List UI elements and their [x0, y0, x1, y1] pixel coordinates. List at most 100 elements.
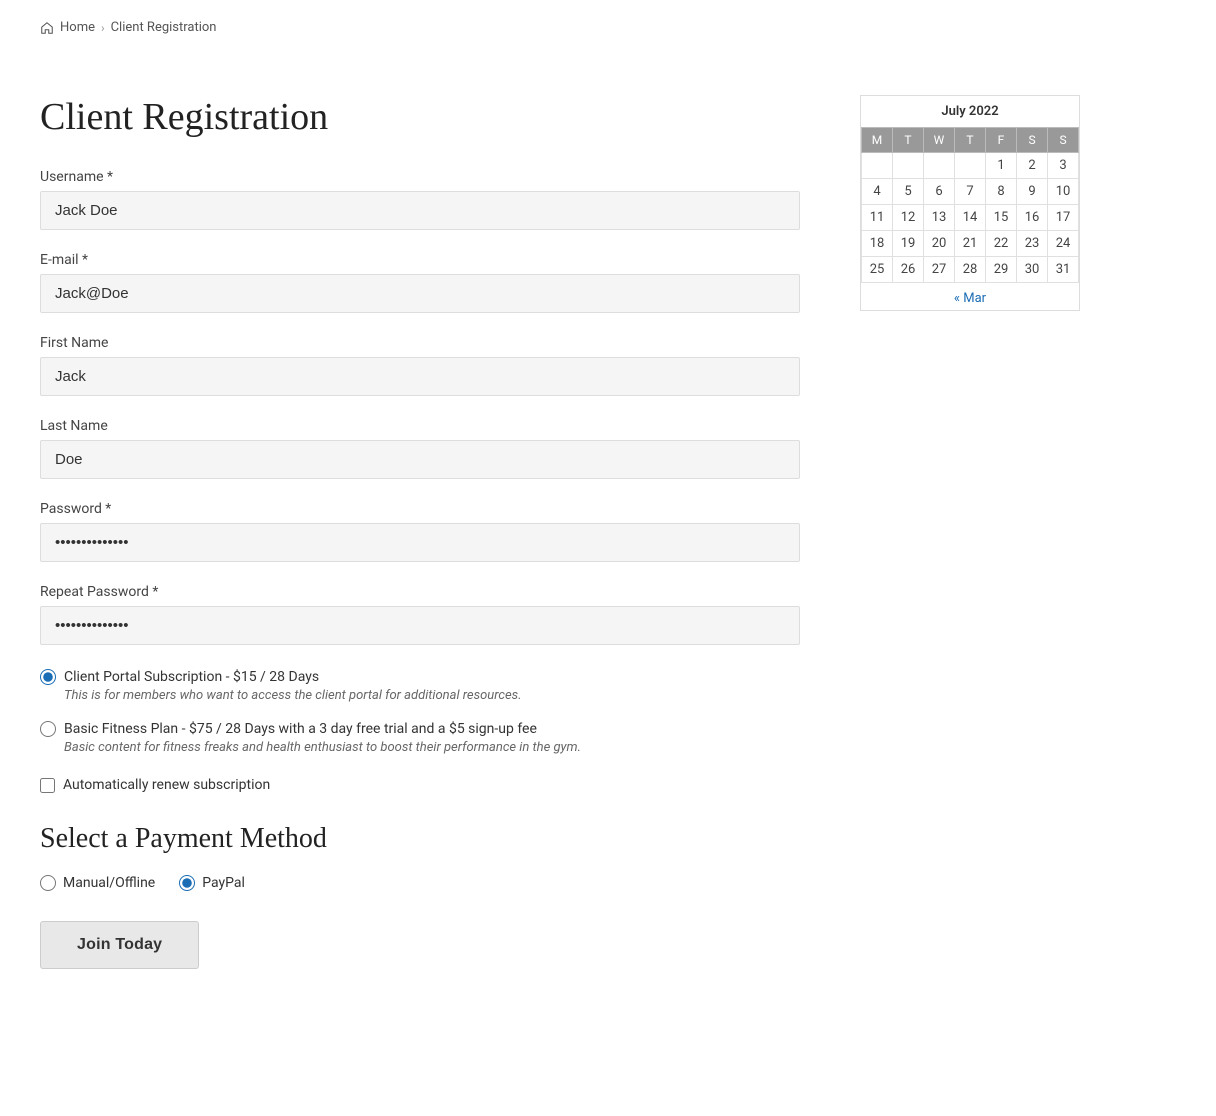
main-form: Client Registration Username * E-mail * … — [40, 95, 800, 969]
auto-renew-checkbox[interactable] — [40, 778, 55, 793]
calendar-day-cell: 29 — [986, 257, 1017, 283]
lastname-input[interactable] — [40, 440, 800, 479]
username-input[interactable] — [40, 191, 800, 230]
calendar-title: July 2022 — [861, 96, 1079, 127]
calendar-day-cell: 5 — [893, 179, 924, 205]
payment-label-paypal[interactable]: PayPal — [202, 875, 245, 891]
payment-section: Select a Payment Method Manual/Offline P… — [40, 823, 800, 891]
auto-renew-option: Automatically renew subscription — [40, 777, 800, 793]
subscription-section: Client Portal Subscription - $15 / 28 Da… — [40, 667, 800, 755]
subscription-option-1: Client Portal Subscription - $15 / 28 Da… — [40, 667, 800, 703]
subscription-option-2: Basic Fitness Plan - $75 / 28 Days with … — [40, 719, 800, 755]
calendar-day-cell: 4 — [862, 179, 893, 205]
calendar-day-cell: 27 — [924, 257, 955, 283]
calendar-day-cell: 26 — [893, 257, 924, 283]
payment-radio-manual[interactable] — [40, 875, 56, 891]
calendar-day-cell: 18 — [862, 231, 893, 257]
calendar-day-cell: 20 — [924, 231, 955, 257]
calendar-day-cell: 12 — [893, 205, 924, 231]
calendar-day-cell: 11 — [862, 205, 893, 231]
calendar-day-cell — [924, 153, 955, 179]
payment-radio-paypal[interactable] — [179, 875, 195, 891]
lastname-group: Last Name — [40, 418, 800, 479]
calendar-week-row: 25262728293031 — [862, 257, 1079, 283]
email-label: E-mail * — [40, 252, 800, 268]
repeat-password-input[interactable] — [40, 606, 800, 645]
lastname-label: Last Name — [40, 418, 800, 434]
breadcrumb-home-link[interactable]: Home — [60, 20, 95, 35]
calendar-day-cell: 22 — [986, 231, 1017, 257]
firstname-label: First Name — [40, 335, 800, 351]
subscription-desc-1: This is for members who want to access t… — [64, 688, 522, 703]
cal-day-s2: S — [1048, 128, 1079, 153]
calendar-day-cell: 24 — [1048, 231, 1079, 257]
firstname-group: First Name — [40, 335, 800, 396]
calendar-day-cell: 28 — [955, 257, 986, 283]
calendar-day-cell — [862, 153, 893, 179]
payment-section-title: Select a Payment Method — [40, 823, 800, 855]
cal-day-t2: T — [955, 128, 986, 153]
calendar-day-cell: 31 — [1048, 257, 1079, 283]
calendar-day-cell: 7 — [955, 179, 986, 205]
password-input[interactable] — [40, 523, 800, 562]
payment-options: Manual/Offline PayPal — [40, 875, 800, 891]
breadcrumb-current: Client Registration — [111, 20, 217, 35]
subscription-radio-2[interactable] — [40, 721, 56, 737]
payment-label-manual[interactable]: Manual/Offline — [63, 875, 155, 891]
cal-day-t1: T — [893, 128, 924, 153]
calendar-week-row: 11121314151617 — [862, 205, 1079, 231]
calendar-day-cell: 15 — [986, 205, 1017, 231]
calendar-table: M T W T F S S 12345678910111213141516171… — [861, 127, 1079, 283]
payment-paypal: PayPal — [179, 875, 245, 891]
password-label: Password * — [40, 501, 800, 517]
calendar-day-cell: 9 — [1017, 179, 1048, 205]
calendar-day-cell: 21 — [955, 231, 986, 257]
calendar-day-cell: 13 — [924, 205, 955, 231]
subscription-desc-2: Basic content for fitness freaks and hea… — [64, 740, 581, 755]
username-label: Username * — [40, 169, 800, 185]
calendar-day-cell: 23 — [1017, 231, 1048, 257]
calendar-day-cell: 30 — [1017, 257, 1048, 283]
calendar: July 2022 M T W T F S S — [860, 95, 1080, 311]
calendar-day-cell: 19 — [893, 231, 924, 257]
subscription-option-1-text: Client Portal Subscription - $15 / 28 Da… — [64, 667, 522, 703]
repeat-password-label: Repeat Password * — [40, 584, 800, 600]
calendar-day-cell: 16 — [1017, 205, 1048, 231]
subscription-option-2-text: Basic Fitness Plan - $75 / 28 Days with … — [64, 719, 581, 755]
cal-day-m: M — [862, 128, 893, 153]
subscription-radio-1[interactable] — [40, 669, 56, 685]
auto-renew-label[interactable]: Automatically renew subscription — [63, 777, 270, 793]
content-area: Client Registration Username * E-mail * … — [40, 95, 1176, 969]
calendar-day-cell — [955, 153, 986, 179]
firstname-input[interactable] — [40, 357, 800, 396]
calendar-day-cell: 8 — [986, 179, 1017, 205]
page-title: Client Registration — [40, 95, 800, 139]
join-today-button[interactable]: Join Today — [40, 921, 199, 969]
repeat-password-group: Repeat Password * — [40, 584, 800, 645]
breadcrumb: Home › Client Registration — [40, 20, 1176, 35]
calendar-day-cell: 10 — [1048, 179, 1079, 205]
home-icon — [40, 20, 54, 35]
email-group: E-mail * — [40, 252, 800, 313]
calendar-day-cell: 1 — [986, 153, 1017, 179]
username-group: Username * — [40, 169, 800, 230]
calendar-day-cell — [893, 153, 924, 179]
calendar-header-row: M T W T F S S — [862, 128, 1079, 153]
email-input[interactable] — [40, 274, 800, 313]
cal-day-w: W — [924, 128, 955, 153]
calendar-day-cell: 3 — [1048, 153, 1079, 179]
calendar-day-cell: 25 — [862, 257, 893, 283]
subscription-label-2[interactable]: Basic Fitness Plan - $75 / 28 Days with … — [64, 721, 537, 737]
calendar-week-row: 123 — [862, 153, 1079, 179]
cal-day-f: F — [986, 128, 1017, 153]
calendar-nav: « Mar — [861, 283, 1079, 310]
cal-day-s1: S — [1017, 128, 1048, 153]
subscription-label-1[interactable]: Client Portal Subscription - $15 / 28 Da… — [64, 669, 319, 685]
calendar-prev-link[interactable]: « Mar — [954, 291, 986, 306]
calendar-day-cell: 14 — [955, 205, 986, 231]
calendar-day-cell: 2 — [1017, 153, 1048, 179]
calendar-day-cell: 17 — [1048, 205, 1079, 231]
calendar-day-cell: 6 — [924, 179, 955, 205]
page-wrapper: Home › Client Registration Client Regist… — [0, 0, 1216, 989]
payment-manual: Manual/Offline — [40, 875, 155, 891]
